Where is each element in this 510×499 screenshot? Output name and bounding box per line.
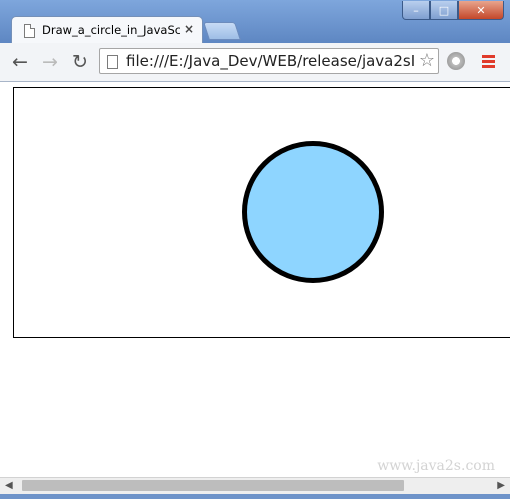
scrollbar-thumb[interactable] — [22, 480, 404, 491]
back-icon[interactable]: ← — [12, 52, 28, 72]
url-text[interactable]: file:///E:/Java_Dev/WEB/release/java2sID… — [126, 52, 416, 70]
circle-shape — [242, 141, 384, 283]
minimize-button[interactable]: – — [402, 1, 430, 20]
maximize-button[interactable]: □ — [430, 1, 458, 20]
reload-icon[interactable]: ↻ — [72, 52, 88, 72]
scroll-left-icon[interactable]: ◀ — [5, 480, 13, 491]
browser-tab[interactable]: Draw_a_circle_in_JavaScript × — [11, 16, 203, 44]
page-content: www.java2s.com — [0, 82, 510, 477]
menu-icon[interactable] — [482, 55, 495, 70]
tab-title: Draw_a_circle_in_JavaScript — [42, 23, 180, 37]
address-bar[interactable]: file:///E:/Java_Dev/WEB/release/java2sID… — [99, 48, 439, 74]
horizontal-scrollbar[interactable]: ◀ ▶ — [0, 477, 510, 494]
page-icon — [24, 24, 35, 38]
scroll-right-icon[interactable]: ▶ — [497, 480, 505, 491]
watermark: www.java2s.com — [377, 458, 495, 474]
window-controls: – □ ✕ — [402, 1, 504, 21]
browser-window: – □ ✕ Draw_a_circle_in_JavaScript × ← → … — [0, 0, 510, 499]
window-bottom-border — [0, 494, 510, 499]
page-icon — [107, 55, 118, 69]
close-window-button[interactable]: ✕ — [458, 1, 504, 20]
forward-icon[interactable]: → — [42, 52, 58, 72]
navigation-toolbar: ← → ↻ file:///E:/Java_Dev/WEB/release/ja… — [0, 43, 510, 82]
tab-close-icon[interactable]: × — [184, 22, 194, 36]
canvas — [13, 87, 510, 338]
new-tab-button[interactable] — [203, 22, 241, 40]
bookmark-star-icon[interactable]: ☆ — [419, 50, 435, 71]
extension-icon[interactable] — [447, 52, 465, 70]
